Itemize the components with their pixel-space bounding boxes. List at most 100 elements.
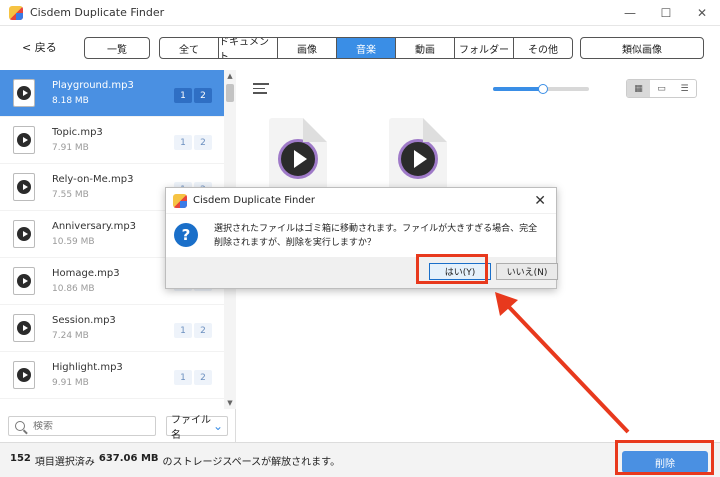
yes-annotation-box bbox=[416, 254, 488, 284]
file-name: Topic.mp3 bbox=[52, 127, 103, 138]
delete-annotation-box bbox=[615, 440, 714, 475]
duplicate-count-badges: 12 bbox=[174, 88, 212, 103]
audio-file-icon bbox=[13, 173, 35, 201]
app-logo-icon bbox=[173, 193, 187, 208]
audio-file-icon bbox=[13, 220, 35, 248]
file-name: Highlight.mp3 bbox=[52, 362, 123, 373]
file-name: Session.mp3 bbox=[52, 315, 116, 326]
tab-music[interactable]: 音楽 bbox=[337, 38, 396, 58]
close-icon[interactable]: ✕ bbox=[534, 193, 546, 209]
duplicate-thumbnail-2[interactable] bbox=[389, 118, 447, 192]
category-tabs: 全て ドキュメント 画像 音楽 動画 フォルダー その他 bbox=[159, 37, 573, 59]
dialog-title-bar: Cisdem Duplicate Finder bbox=[166, 188, 556, 214]
file-size: 7.91 MB bbox=[52, 143, 89, 153]
selected-count-label: 項目選択済み bbox=[34, 456, 95, 468]
duplicate-badge[interactable]: 2 bbox=[194, 370, 212, 385]
sort-select[interactable]: ファイル名 ⌄ bbox=[166, 415, 228, 441]
view-mode-toggle: ▦ ▭ ☰ bbox=[626, 79, 697, 98]
duplicate-count-badges: 12 bbox=[174, 135, 212, 150]
audio-file-icon bbox=[13, 267, 35, 295]
file-list-item[interactable]: Playground.mp3 8.18 MB 1 2 bbox=[0, 70, 224, 117]
duplicate-badge[interactable]: 1 bbox=[174, 88, 192, 103]
toolbar: < 戻る 一覧 全て ドキュメント 画像 音楽 動画 フォルダー その他 類似画… bbox=[0, 27, 720, 69]
scroll-up-icon[interactable]: ▲ bbox=[226, 72, 234, 80]
file-name: Anniversary.mp3 bbox=[52, 221, 137, 232]
title-bar: Cisdem Duplicate Finder — ☐ ✕ bbox=[0, 0, 720, 26]
tab-other[interactable]: その他 bbox=[514, 38, 572, 58]
overview-button[interactable]: 一覧 bbox=[84, 37, 150, 59]
tab-documents[interactable]: ドキュメント bbox=[219, 38, 278, 58]
window-controls: — ☐ ✕ bbox=[612, 0, 720, 26]
file-size: 7.55 MB bbox=[52, 190, 89, 200]
minimize-button[interactable]: — bbox=[612, 0, 648, 26]
file-size: 10.86 MB bbox=[52, 284, 95, 294]
dialog-body: ? 選択されたファイルはゴミ箱に移動されます。ファイルが大きすぎる場合、完全削除… bbox=[166, 215, 556, 257]
selection-summary: 152 項目選択済み 637.06 MB のストレージスペースが解放されます。 bbox=[10, 453, 340, 468]
audio-file-icon bbox=[13, 361, 35, 389]
dialog-footer: はい(Y) いいえ(N) bbox=[166, 257, 558, 288]
maximize-button[interactable]: ☐ bbox=[648, 0, 684, 26]
zoom-slider-knob[interactable] bbox=[537, 84, 548, 94]
duplicate-badge[interactable]: 2 bbox=[194, 88, 212, 103]
file-text: Playground.mp3 8.18 MB bbox=[52, 80, 134, 106]
search-input[interactable] bbox=[33, 420, 151, 432]
duplicate-badge[interactable]: 2 bbox=[194, 135, 212, 150]
list-view-icon[interactable]: ☰ bbox=[673, 80, 696, 97]
dialog-title: Cisdem Duplicate Finder bbox=[193, 195, 315, 206]
file-text: Topic.mp3 7.91 MB bbox=[52, 127, 103, 153]
file-text: Homage.mp3 10.86 MB bbox=[52, 268, 120, 294]
dialog-message: 選択されたファイルはゴミ箱に移動されます。ファイルが大きすぎる場合、完全削除され… bbox=[214, 224, 538, 248]
tab-images[interactable]: 画像 bbox=[278, 38, 337, 58]
no-button[interactable]: いいえ(N) bbox=[496, 263, 558, 280]
duplicate-badge[interactable]: 1 bbox=[174, 135, 192, 150]
freed-size: 637.06 MB bbox=[98, 452, 159, 464]
back-button[interactable]: < 戻る bbox=[22, 39, 57, 55]
file-name: Playground.mp3 bbox=[52, 80, 134, 91]
tab-all[interactable]: 全て bbox=[160, 38, 219, 58]
file-size: 7.24 MB bbox=[52, 331, 89, 341]
file-list-item[interactable]: Session.mp3 7.24 MB 1 2 bbox=[0, 305, 224, 352]
file-list-item[interactable]: Topic.mp3 7.91 MB 1 2 bbox=[0, 117, 224, 164]
selected-count: 152 bbox=[10, 452, 31, 464]
audio-file-icon bbox=[278, 139, 318, 179]
app-logo-icon bbox=[9, 5, 23, 20]
file-text: Session.mp3 7.24 MB bbox=[52, 315, 116, 341]
select-menu-icon[interactable] bbox=[253, 83, 269, 95]
sort-select-label: ファイル名 bbox=[171, 415, 211, 441]
window-title: Cisdem Duplicate Finder bbox=[30, 6, 165, 19]
file-name: Rely-on-Me.mp3 bbox=[52, 174, 134, 185]
duplicate-badge[interactable]: 1 bbox=[174, 323, 192, 338]
confirm-dialog: Cisdem Duplicate Finder ✕ ? 選択されたファイルはゴミ… bbox=[165, 187, 558, 289]
scroll-thumb[interactable] bbox=[226, 84, 234, 102]
zoom-slider[interactable] bbox=[493, 84, 589, 94]
chevron-down-icon: ⌄ bbox=[212, 419, 223, 433]
file-list-item[interactable]: Highlight.mp3 9.91 MB 1 2 bbox=[0, 352, 224, 399]
search-icon bbox=[15, 421, 25, 431]
duplicate-badge[interactable]: 1 bbox=[174, 370, 192, 385]
duplicate-thumbnail-1[interactable] bbox=[269, 118, 327, 192]
file-size: 9.91 MB bbox=[52, 378, 89, 388]
tab-folders[interactable]: フォルダー bbox=[455, 38, 514, 58]
duplicate-count-badges: 12 bbox=[174, 370, 212, 385]
file-size: 10.59 MB bbox=[52, 237, 95, 247]
file-text: Anniversary.mp3 10.59 MB bbox=[52, 221, 136, 247]
scroll-down-icon[interactable]: ▼ bbox=[226, 399, 234, 407]
status-bar: 152 項目選択済み 637.06 MB のストレージスペースが解放されます。 … bbox=[0, 442, 720, 477]
grid-view-icon[interactable]: ▦ bbox=[627, 80, 650, 97]
audio-file-icon bbox=[13, 314, 35, 342]
audio-file-icon bbox=[13, 126, 35, 154]
duplicate-badge[interactable]: 2 bbox=[194, 323, 212, 338]
filmstrip-view-icon[interactable]: ▭ bbox=[650, 80, 673, 97]
audio-file-icon bbox=[13, 79, 35, 107]
close-window-button[interactable]: ✕ bbox=[684, 0, 720, 26]
file-text: Highlight.mp3 9.91 MB bbox=[52, 362, 123, 388]
tab-video[interactable]: 動画 bbox=[396, 38, 455, 58]
file-size: 8.18 MB bbox=[52, 96, 89, 106]
file-text: Rely-on-Me.mp3 7.55 MB bbox=[52, 174, 133, 200]
question-icon: ? bbox=[174, 223, 198, 247]
freed-size-label: のストレージスペースが解放されます。 bbox=[162, 456, 341, 468]
search-box bbox=[8, 416, 156, 436]
zoom-slider-fill bbox=[493, 87, 543, 91]
similar-images-button[interactable]: 類似画像 bbox=[580, 37, 704, 59]
file-name: Homage.mp3 bbox=[52, 268, 120, 279]
